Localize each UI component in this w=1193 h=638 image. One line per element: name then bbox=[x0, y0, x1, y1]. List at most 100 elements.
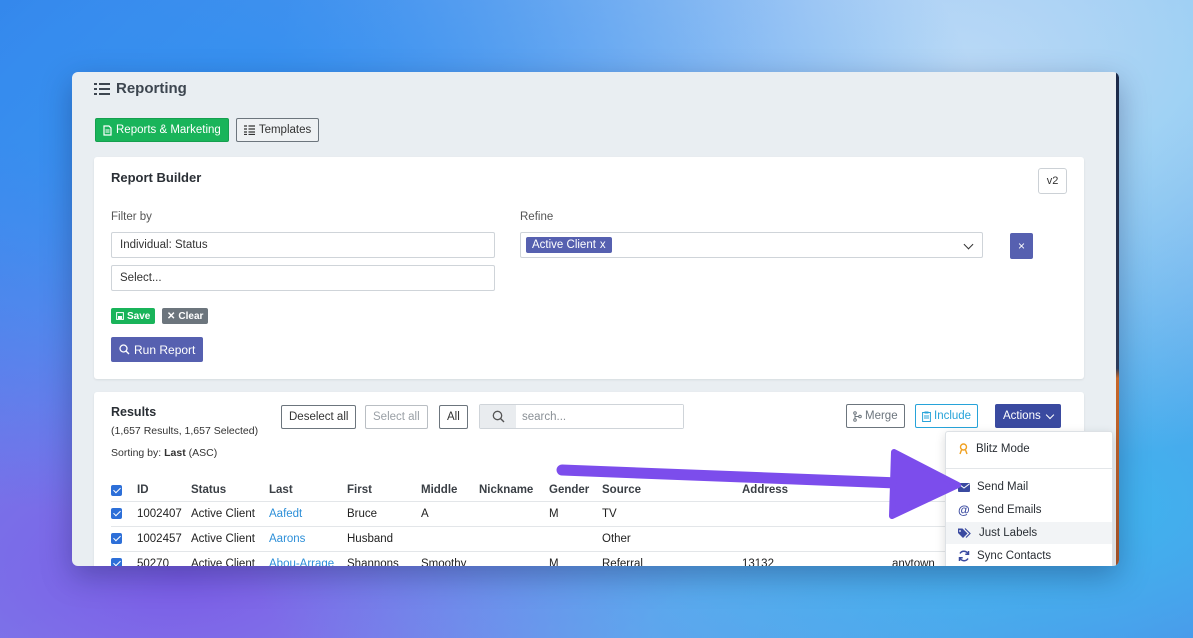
menu-item-label: Sync Contacts bbox=[977, 550, 1052, 562]
remove-filter-button[interactable]: × bbox=[1010, 233, 1033, 259]
cell-nickname bbox=[475, 500, 545, 526]
results-table: ID Status Last First Middle Nickname Gen… bbox=[111, 480, 958, 566]
clear-button[interactable]: ✕ Clear bbox=[162, 308, 209, 324]
chevron-down-icon bbox=[963, 239, 974, 250]
table-row[interactable]: 1002457 Active Client Aarons Husband Oth… bbox=[111, 525, 958, 551]
save-button[interactable]: Save bbox=[111, 308, 156, 324]
cell-middle bbox=[417, 525, 475, 551]
run-report-label: Run Report bbox=[134, 342, 196, 357]
search-box bbox=[479, 404, 684, 429]
include-label: Include bbox=[934, 410, 972, 422]
chip-remove-icon[interactable]: x bbox=[600, 239, 606, 251]
table-row[interactable]: 50270 Active Client Abou-Arrage Shannons… bbox=[111, 550, 958, 566]
menu-item-blitz-mode[interactable]: Blitz Mode bbox=[946, 438, 1112, 460]
sync-icon bbox=[958, 550, 970, 562]
filter-select[interactable]: Individual: Status bbox=[111, 232, 495, 258]
col-gender[interactable]: Gender bbox=[545, 480, 598, 501]
search-input[interactable] bbox=[516, 405, 683, 428]
cell-first: Shannons bbox=[343, 550, 417, 566]
cell-status: Active Client bbox=[187, 500, 265, 526]
cell-id: 1002407 bbox=[133, 500, 187, 526]
col-nickname[interactable]: Nickname bbox=[475, 480, 545, 501]
cell-status: Active Client bbox=[187, 550, 265, 566]
col-status[interactable]: Status bbox=[187, 480, 265, 501]
cell-source: TV bbox=[598, 500, 738, 526]
page-title: Reporting bbox=[116, 80, 187, 97]
sorting-prefix: Sorting by: bbox=[111, 447, 162, 459]
window-edge bbox=[1116, 72, 1119, 566]
tags-icon bbox=[958, 527, 971, 538]
tab-templates[interactable]: Templates bbox=[235, 118, 320, 142]
tab-reports-marketing[interactable]: Reports & Marketing bbox=[95, 118, 229, 142]
merge-button[interactable]: Merge bbox=[846, 404, 905, 428]
menu-item-label: Blitz Mode bbox=[976, 443, 1030, 455]
page-header: Reporting bbox=[94, 80, 187, 97]
app-window: Reporting Reports & Marketing Templates … bbox=[72, 72, 1119, 566]
merge-icon bbox=[853, 410, 862, 422]
row-checkbox[interactable] bbox=[111, 558, 122, 566]
cell-gender: M bbox=[545, 550, 598, 566]
cell-last-link[interactable]: Abou-Arrage bbox=[265, 550, 343, 566]
menu-item-label: Send Emails bbox=[977, 504, 1042, 516]
actions-label: Actions bbox=[1003, 410, 1041, 422]
cell-gender: M bbox=[545, 500, 598, 526]
table-icon bbox=[243, 125, 255, 135]
close-icon: ✕ bbox=[167, 310, 176, 322]
cell-last-link[interactable]: Aarons bbox=[265, 525, 343, 551]
deselect-all-button[interactable]: Deselect all bbox=[281, 405, 357, 429]
envelope-icon bbox=[958, 482, 970, 492]
col-first[interactable]: First bbox=[343, 480, 417, 501]
all-button[interactable]: All bbox=[439, 405, 468, 429]
cell-address bbox=[738, 500, 888, 526]
cell-address: 13132 bbox=[738, 550, 888, 566]
results-card: Results (1,657 Results, 1,657 Selected) … bbox=[94, 392, 1084, 566]
sorting-direction: (ASC) bbox=[188, 447, 218, 459]
document-icon bbox=[103, 124, 112, 136]
sorting-field: Last bbox=[164, 447, 186, 459]
include-button[interactable]: Include bbox=[915, 404, 979, 428]
col-source[interactable]: Source bbox=[598, 480, 738, 501]
cell-source: Other bbox=[598, 525, 738, 551]
results-title: Results bbox=[111, 405, 157, 419]
col-last[interactable]: Last bbox=[265, 480, 343, 501]
tab-label: Templates bbox=[258, 124, 312, 136]
cell-nickname bbox=[475, 550, 545, 566]
header-checkbox[interactable] bbox=[111, 484, 122, 496]
menu-item-label: Just Labels bbox=[979, 527, 1038, 539]
refine-chip: Active Client x bbox=[526, 237, 612, 253]
tab-bar: Reports & Marketing Templates bbox=[95, 118, 320, 142]
cell-nickname bbox=[475, 525, 545, 551]
filter-second-select[interactable]: Select... bbox=[111, 265, 495, 291]
sorting-info: Sorting by: Last (ASC) bbox=[111, 447, 217, 459]
col-id[interactable]: ID bbox=[133, 480, 187, 501]
actions-dropdown-button[interactable]: Actions bbox=[995, 404, 1061, 428]
row-checkbox[interactable] bbox=[111, 507, 122, 519]
menu-item-send-emails[interactable]: @ Send Emails bbox=[946, 499, 1112, 521]
save-icon bbox=[116, 312, 124, 320]
menu-item-send-mail[interactable]: Send Mail bbox=[946, 476, 1112, 498]
refine-select[interactable]: Active Client x bbox=[520, 232, 983, 258]
version-button[interactable]: v2 bbox=[1038, 168, 1067, 194]
report-builder-title: Report Builder bbox=[111, 170, 202, 185]
cell-first: Husband bbox=[343, 525, 417, 551]
select-all-button[interactable]: Select all bbox=[365, 405, 428, 429]
merge-label: Merge bbox=[865, 410, 898, 422]
cell-last-link[interactable]: Aafedt bbox=[265, 500, 343, 526]
clear-label: Clear bbox=[178, 310, 204, 322]
menu-item-sync-contacts[interactable]: Sync Contacts bbox=[946, 545, 1112, 566]
select-all-checkbox-cell bbox=[111, 480, 133, 501]
search-icon bbox=[119, 344, 130, 355]
table-header-row: ID Status Last First Middle Nickname Gen… bbox=[111, 480, 958, 501]
cell-middle: A bbox=[417, 500, 475, 526]
row-checkbox[interactable] bbox=[111, 532, 122, 544]
cell-source: Referral bbox=[598, 550, 738, 566]
col-middle[interactable]: Middle bbox=[417, 480, 475, 501]
run-report-button[interactable]: Run Report bbox=[111, 337, 204, 362]
table-row[interactable]: 1002407 Active Client Aafedt Bruce A M T… bbox=[111, 500, 958, 526]
chevron-down-icon bbox=[1045, 410, 1054, 419]
menu-item-just-labels[interactable]: Just Labels bbox=[946, 522, 1112, 544]
cell-middle: Smoothy bbox=[417, 550, 475, 566]
col-address[interactable]: Address bbox=[738, 480, 888, 501]
menu-divider bbox=[946, 468, 1112, 469]
report-builder-card: Report Builder v2 Filter by Individual: … bbox=[94, 157, 1084, 379]
